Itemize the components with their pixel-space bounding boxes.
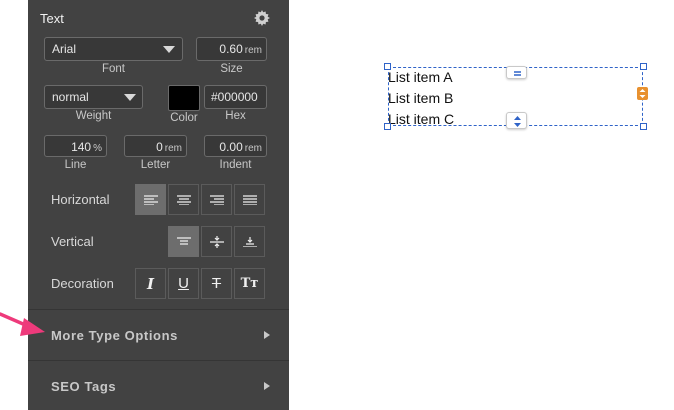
divider [28,309,289,310]
vertical-resize-control[interactable] [506,112,527,129]
line-unit: % [93,143,102,154]
resize-handle-top-right[interactable] [640,63,647,70]
underline-icon: U [178,275,189,292]
size-unit: rem [244,45,262,56]
weight-value: normal [52,90,89,104]
line-caption: Line [64,159,87,171]
size-value: 0.60 [219,42,243,56]
letter-value-wrap: 0 rem [156,140,182,154]
italic-icon: I [146,274,155,293]
align-center-button[interactable] [168,184,199,215]
right-resize-control[interactable] [637,87,648,100]
align-left-button[interactable] [135,184,166,215]
letter-value: 0 [156,140,163,154]
selected-text-box[interactable]: List item A List item B List item C [384,63,648,130]
align-justify-button[interactable] [234,184,265,215]
weight-select[interactable]: normal [44,85,143,109]
hex-caption: Hex [225,110,246,122]
valign-bottom-icon [242,236,257,247]
horizontal-label: Horizontal [51,192,110,207]
resize-handle-bottom-left[interactable] [384,123,391,130]
align-left-icon [143,194,158,205]
equals-icon [514,71,521,76]
resize-handle-top-left[interactable] [384,63,391,70]
list-item: List item B [388,90,454,106]
font-select[interactable]: Arial [44,37,183,61]
line-value: 140 [71,140,92,154]
align-center-icon [176,194,191,205]
align-justify-icon [242,194,257,205]
valign-bottom-button[interactable] [234,226,265,257]
italic-button[interactable]: I [135,268,166,299]
underline-button[interactable]: U [168,268,199,299]
indent-input[interactable]: 0.00 rem [204,135,267,157]
size-value-wrap: 0.60 rem [219,42,262,56]
valign-middle-button[interactable] [201,226,232,257]
align-right-button[interactable] [201,184,232,215]
align-right-icon [209,194,224,205]
color-swatch[interactable] [168,85,200,111]
font-value: Arial [52,42,77,56]
hex-input[interactable]: #000000 [204,85,267,109]
valign-middle-icon [209,235,224,248]
line-height-input[interactable]: 140% [44,135,107,157]
seo-tags-section[interactable]: SEO Tags [51,379,116,394]
size-input[interactable]: 0.60 rem [196,37,267,61]
font-caption: Font [101,63,125,75]
indent-value: 0.00 [219,140,243,154]
letter-unit: rem [164,143,182,154]
indent-value-wrap: 0.00 rem [219,140,262,154]
chevron-right-icon [264,382,270,390]
hex-value: #000000 [211,90,258,104]
strikethrough-button[interactable]: T [201,268,232,299]
decoration-label: Decoration [51,276,114,291]
chevron-down-icon [124,94,136,101]
up-down-icon [514,116,521,127]
valign-top-button[interactable] [168,226,199,257]
line-value-wrap: 140% [71,140,102,154]
resize-handle-bottom-right[interactable] [640,123,647,130]
editor-stage: Text Arial Font 0.60 rem Size normal Weig… [0,0,674,410]
letter-spacing-input[interactable]: 0 rem [124,135,187,157]
color-caption: Color [170,112,198,124]
gear-icon[interactable] [254,10,270,26]
letter-caption: Letter [140,159,171,171]
list-item: List item A [388,69,453,85]
valign-top-icon [176,236,191,245]
list-item: List item C [388,111,455,127]
indent-unit: rem [244,143,262,154]
size-caption: Size [220,63,243,75]
more-type-options-section[interactable]: More Type Options [51,328,178,343]
panel-title: Text [40,11,64,26]
up-down-icon [639,89,646,98]
divider [28,360,289,361]
strikethrough-icon: T [211,275,222,292]
text-transform-icon: Tт [240,276,259,291]
chevron-down-icon [163,46,175,53]
chevron-right-icon [264,331,270,339]
vertical-label: Vertical [51,234,94,249]
indent-caption: Indent [219,159,252,171]
top-margin-control[interactable] [506,66,527,79]
weight-caption: Weight [75,110,112,122]
text-properties-panel: Text Arial Font 0.60 rem Size normal Weig… [28,0,289,410]
pointer-arrow-icon [0,312,45,336]
text-transform-button[interactable]: Tт [234,268,265,299]
